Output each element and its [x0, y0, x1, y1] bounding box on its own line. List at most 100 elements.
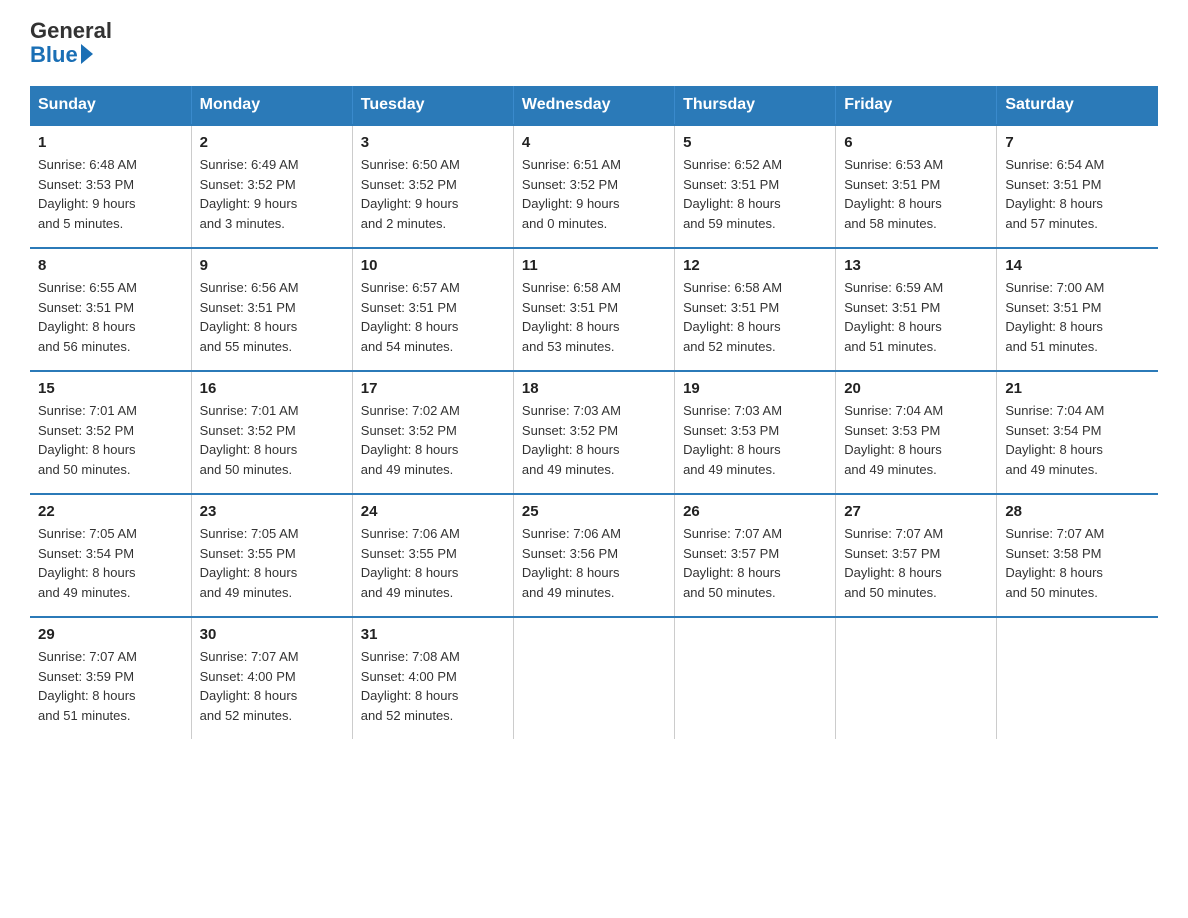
day-number: 4	[522, 134, 666, 151]
day-info: Sunrise: 7:07 AMSunset: 4:00 PMDaylight:…	[200, 647, 344, 725]
weekday-header-sunday: Sunday	[30, 86, 191, 125]
day-number: 9	[200, 257, 344, 274]
day-number: 2	[200, 134, 344, 151]
day-number: 27	[844, 503, 988, 520]
calendar-cell: 25 Sunrise: 7:06 AMSunset: 3:56 PMDaylig…	[513, 494, 674, 617]
day-number: 8	[38, 257, 183, 274]
day-info: Sunrise: 6:59 AMSunset: 3:51 PMDaylight:…	[844, 278, 988, 356]
page-header: General Blue	[30, 20, 1158, 68]
calendar-cell	[997, 617, 1158, 739]
weekday-header-saturday: Saturday	[997, 86, 1158, 125]
day-number: 24	[361, 503, 505, 520]
weekday-header-wednesday: Wednesday	[513, 86, 674, 125]
day-info: Sunrise: 6:55 AMSunset: 3:51 PMDaylight:…	[38, 278, 183, 356]
day-info: Sunrise: 6:51 AMSunset: 3:52 PMDaylight:…	[522, 155, 666, 233]
day-number: 30	[200, 626, 344, 643]
day-number: 14	[1005, 257, 1150, 274]
day-number: 15	[38, 380, 183, 397]
day-info: Sunrise: 6:58 AMSunset: 3:51 PMDaylight:…	[683, 278, 827, 356]
weekday-header-tuesday: Tuesday	[352, 86, 513, 125]
calendar-week-2: 8 Sunrise: 6:55 AMSunset: 3:51 PMDayligh…	[30, 248, 1158, 371]
calendar-cell: 29 Sunrise: 7:07 AMSunset: 3:59 PMDaylig…	[30, 617, 191, 739]
calendar-cell: 22 Sunrise: 7:05 AMSunset: 3:54 PMDaylig…	[30, 494, 191, 617]
calendar-cell: 8 Sunrise: 6:55 AMSunset: 3:51 PMDayligh…	[30, 248, 191, 371]
calendar-cell: 15 Sunrise: 7:01 AMSunset: 3:52 PMDaylig…	[30, 371, 191, 494]
logo-general-text: General	[30, 20, 112, 42]
logo: General Blue	[30, 20, 112, 68]
day-info: Sunrise: 7:07 AMSunset: 3:57 PMDaylight:…	[844, 524, 988, 602]
day-info: Sunrise: 7:02 AMSunset: 3:52 PMDaylight:…	[361, 401, 505, 479]
day-info: Sunrise: 7:03 AMSunset: 3:53 PMDaylight:…	[683, 401, 827, 479]
calendar-cell: 21 Sunrise: 7:04 AMSunset: 3:54 PMDaylig…	[997, 371, 1158, 494]
calendar-cell: 7 Sunrise: 6:54 AMSunset: 3:51 PMDayligh…	[997, 125, 1158, 248]
day-number: 16	[200, 380, 344, 397]
calendar-cell: 30 Sunrise: 7:07 AMSunset: 4:00 PMDaylig…	[191, 617, 352, 739]
day-info: Sunrise: 7:00 AMSunset: 3:51 PMDaylight:…	[1005, 278, 1150, 356]
day-number: 17	[361, 380, 505, 397]
day-number: 13	[844, 257, 988, 274]
calendar-cell: 2 Sunrise: 6:49 AMSunset: 3:52 PMDayligh…	[191, 125, 352, 248]
calendar-cell: 31 Sunrise: 7:08 AMSunset: 4:00 PMDaylig…	[352, 617, 513, 739]
day-number: 25	[522, 503, 666, 520]
calendar-cell: 18 Sunrise: 7:03 AMSunset: 3:52 PMDaylig…	[513, 371, 674, 494]
calendar-cell: 17 Sunrise: 7:02 AMSunset: 3:52 PMDaylig…	[352, 371, 513, 494]
calendar-cell	[513, 617, 674, 739]
calendar-week-1: 1 Sunrise: 6:48 AMSunset: 3:53 PMDayligh…	[30, 125, 1158, 248]
calendar-table: SundayMondayTuesdayWednesdayThursdayFrid…	[30, 86, 1158, 739]
calendar-cell: 6 Sunrise: 6:53 AMSunset: 3:51 PMDayligh…	[836, 125, 997, 248]
day-info: Sunrise: 7:08 AMSunset: 4:00 PMDaylight:…	[361, 647, 505, 725]
day-number: 18	[522, 380, 666, 397]
logo-blue-text: Blue	[30, 42, 78, 68]
day-info: Sunrise: 6:54 AMSunset: 3:51 PMDaylight:…	[1005, 155, 1150, 233]
calendar-cell: 26 Sunrise: 7:07 AMSunset: 3:57 PMDaylig…	[675, 494, 836, 617]
day-info: Sunrise: 7:03 AMSunset: 3:52 PMDaylight:…	[522, 401, 666, 479]
day-info: Sunrise: 7:07 AMSunset: 3:57 PMDaylight:…	[683, 524, 827, 602]
calendar-cell: 4 Sunrise: 6:51 AMSunset: 3:52 PMDayligh…	[513, 125, 674, 248]
day-info: Sunrise: 7:04 AMSunset: 3:54 PMDaylight:…	[1005, 401, 1150, 479]
day-info: Sunrise: 7:05 AMSunset: 3:55 PMDaylight:…	[200, 524, 344, 602]
calendar-cell: 24 Sunrise: 7:06 AMSunset: 3:55 PMDaylig…	[352, 494, 513, 617]
day-info: Sunrise: 6:52 AMSunset: 3:51 PMDaylight:…	[683, 155, 827, 233]
day-number: 20	[844, 380, 988, 397]
day-info: Sunrise: 7:01 AMSunset: 3:52 PMDaylight:…	[200, 401, 344, 479]
day-number: 31	[361, 626, 505, 643]
calendar-cell: 20 Sunrise: 7:04 AMSunset: 3:53 PMDaylig…	[836, 371, 997, 494]
day-info: Sunrise: 6:53 AMSunset: 3:51 PMDaylight:…	[844, 155, 988, 233]
day-number: 19	[683, 380, 827, 397]
day-info: Sunrise: 6:48 AMSunset: 3:53 PMDaylight:…	[38, 155, 183, 233]
calendar-cell: 14 Sunrise: 7:00 AMSunset: 3:51 PMDaylig…	[997, 248, 1158, 371]
day-number: 26	[683, 503, 827, 520]
day-info: Sunrise: 6:56 AMSunset: 3:51 PMDaylight:…	[200, 278, 344, 356]
calendar-cell	[836, 617, 997, 739]
calendar-week-5: 29 Sunrise: 7:07 AMSunset: 3:59 PMDaylig…	[30, 617, 1158, 739]
weekday-header-friday: Friday	[836, 86, 997, 125]
day-info: Sunrise: 7:07 AMSunset: 3:58 PMDaylight:…	[1005, 524, 1150, 602]
day-number: 12	[683, 257, 827, 274]
day-number: 29	[38, 626, 183, 643]
calendar-cell: 10 Sunrise: 6:57 AMSunset: 3:51 PMDaylig…	[352, 248, 513, 371]
day-number: 7	[1005, 134, 1150, 151]
day-number: 10	[361, 257, 505, 274]
calendar-cell: 13 Sunrise: 6:59 AMSunset: 3:51 PMDaylig…	[836, 248, 997, 371]
day-number: 28	[1005, 503, 1150, 520]
calendar-cell: 5 Sunrise: 6:52 AMSunset: 3:51 PMDayligh…	[675, 125, 836, 248]
calendar-week-4: 22 Sunrise: 7:05 AMSunset: 3:54 PMDaylig…	[30, 494, 1158, 617]
day-number: 23	[200, 503, 344, 520]
calendar-cell: 19 Sunrise: 7:03 AMSunset: 3:53 PMDaylig…	[675, 371, 836, 494]
calendar-cell: 12 Sunrise: 6:58 AMSunset: 3:51 PMDaylig…	[675, 248, 836, 371]
calendar-cell: 11 Sunrise: 6:58 AMSunset: 3:51 PMDaylig…	[513, 248, 674, 371]
calendar-week-3: 15 Sunrise: 7:01 AMSunset: 3:52 PMDaylig…	[30, 371, 1158, 494]
day-info: Sunrise: 6:57 AMSunset: 3:51 PMDaylight:…	[361, 278, 505, 356]
day-info: Sunrise: 6:58 AMSunset: 3:51 PMDaylight:…	[522, 278, 666, 356]
day-info: Sunrise: 7:06 AMSunset: 3:56 PMDaylight:…	[522, 524, 666, 602]
day-number: 11	[522, 257, 666, 274]
weekday-header-thursday: Thursday	[675, 86, 836, 125]
day-info: Sunrise: 7:01 AMSunset: 3:52 PMDaylight:…	[38, 401, 183, 479]
day-info: Sunrise: 6:50 AMSunset: 3:52 PMDaylight:…	[361, 155, 505, 233]
day-number: 21	[1005, 380, 1150, 397]
day-number: 6	[844, 134, 988, 151]
day-number: 5	[683, 134, 827, 151]
day-info: Sunrise: 7:07 AMSunset: 3:59 PMDaylight:…	[38, 647, 183, 725]
calendar-cell: 3 Sunrise: 6:50 AMSunset: 3:52 PMDayligh…	[352, 125, 513, 248]
calendar-cell: 1 Sunrise: 6:48 AMSunset: 3:53 PMDayligh…	[30, 125, 191, 248]
